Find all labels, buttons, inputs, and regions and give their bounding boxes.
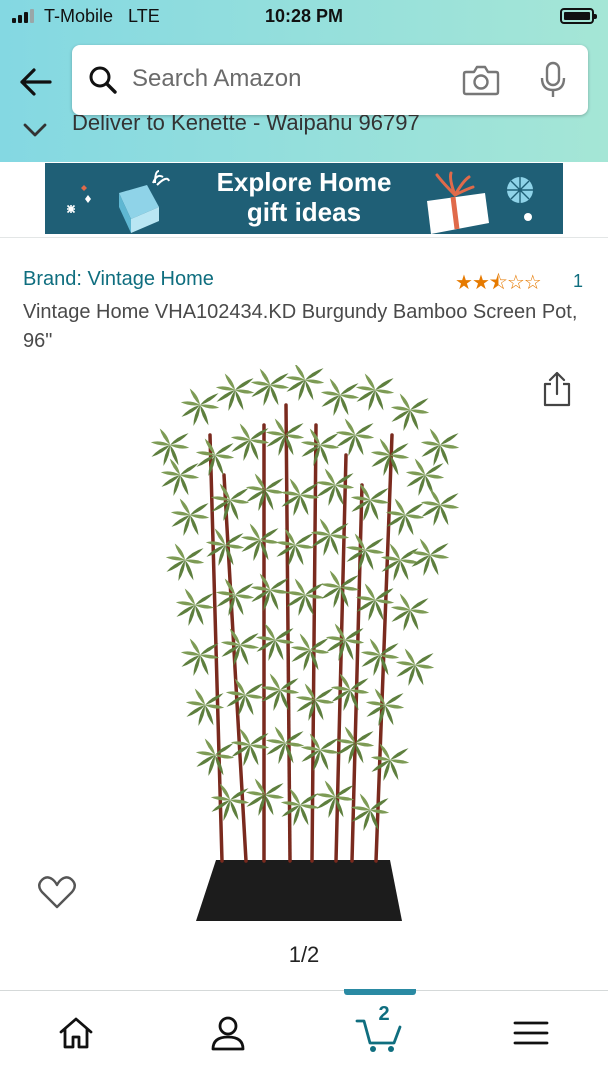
search-input[interactable] — [132, 61, 452, 97]
product-image[interactable] — [140, 365, 470, 927]
product-title: Vintage Home VHA102434.KD Burgundy Bambo… — [23, 301, 578, 352]
status-bar: T-Mobile LTE 10:28 PM — [0, 0, 608, 34]
bottom-tab-bar: 2 — [0, 989, 608, 1080]
present-icon — [427, 171, 533, 234]
status-time: 10:28 PM — [264, 6, 344, 26]
star-half-icon: ⯪ — [488, 272, 508, 294]
rating-stars[interactable]: ★★⯪☆☆ — [455, 268, 542, 302]
rating-count[interactable]: 1 — [573, 271, 583, 292]
home-icon[interactable] — [56, 1013, 96, 1053]
promo-banner[interactable]: Explore Home gift ideas — [45, 163, 563, 234]
share-icon[interactable] — [541, 370, 573, 408]
deliver-to-row[interactable]: Deliver to Kenette - Waipahu 96797 — [0, 115, 608, 143]
arrow-left-icon — [20, 68, 52, 96]
star-full-icon: ★ — [455, 272, 473, 294]
microphone-icon[interactable] — [538, 61, 568, 99]
brand-link[interactable]: Brand: Vintage Home — [23, 268, 214, 291]
cart-count-badge: 2 — [378, 1003, 390, 1025]
chevron-down-icon — [23, 123, 47, 137]
back-button[interactable] — [16, 62, 56, 102]
battery-icon — [560, 8, 597, 24]
star-empty-icon: ☆ — [506, 272, 525, 294]
image-counter: 1/2 — [288, 942, 320, 967]
heart-icon[interactable] — [37, 873, 77, 911]
deliver-to-text: Deliver to Kenette - Waipahu 96797 — [72, 115, 420, 135]
star-full-icon: ★ — [471, 272, 490, 294]
search-bar[interactable] — [72, 45, 588, 115]
person-icon[interactable] — [208, 1013, 248, 1053]
search-icon — [89, 66, 117, 94]
active-tab-indicator — [344, 989, 416, 995]
menu-icon[interactable] — [511, 1013, 551, 1053]
star-empty-icon: ☆ — [523, 272, 542, 294]
camera-icon[interactable] — [462, 63, 500, 97]
section-divider — [0, 237, 608, 238]
